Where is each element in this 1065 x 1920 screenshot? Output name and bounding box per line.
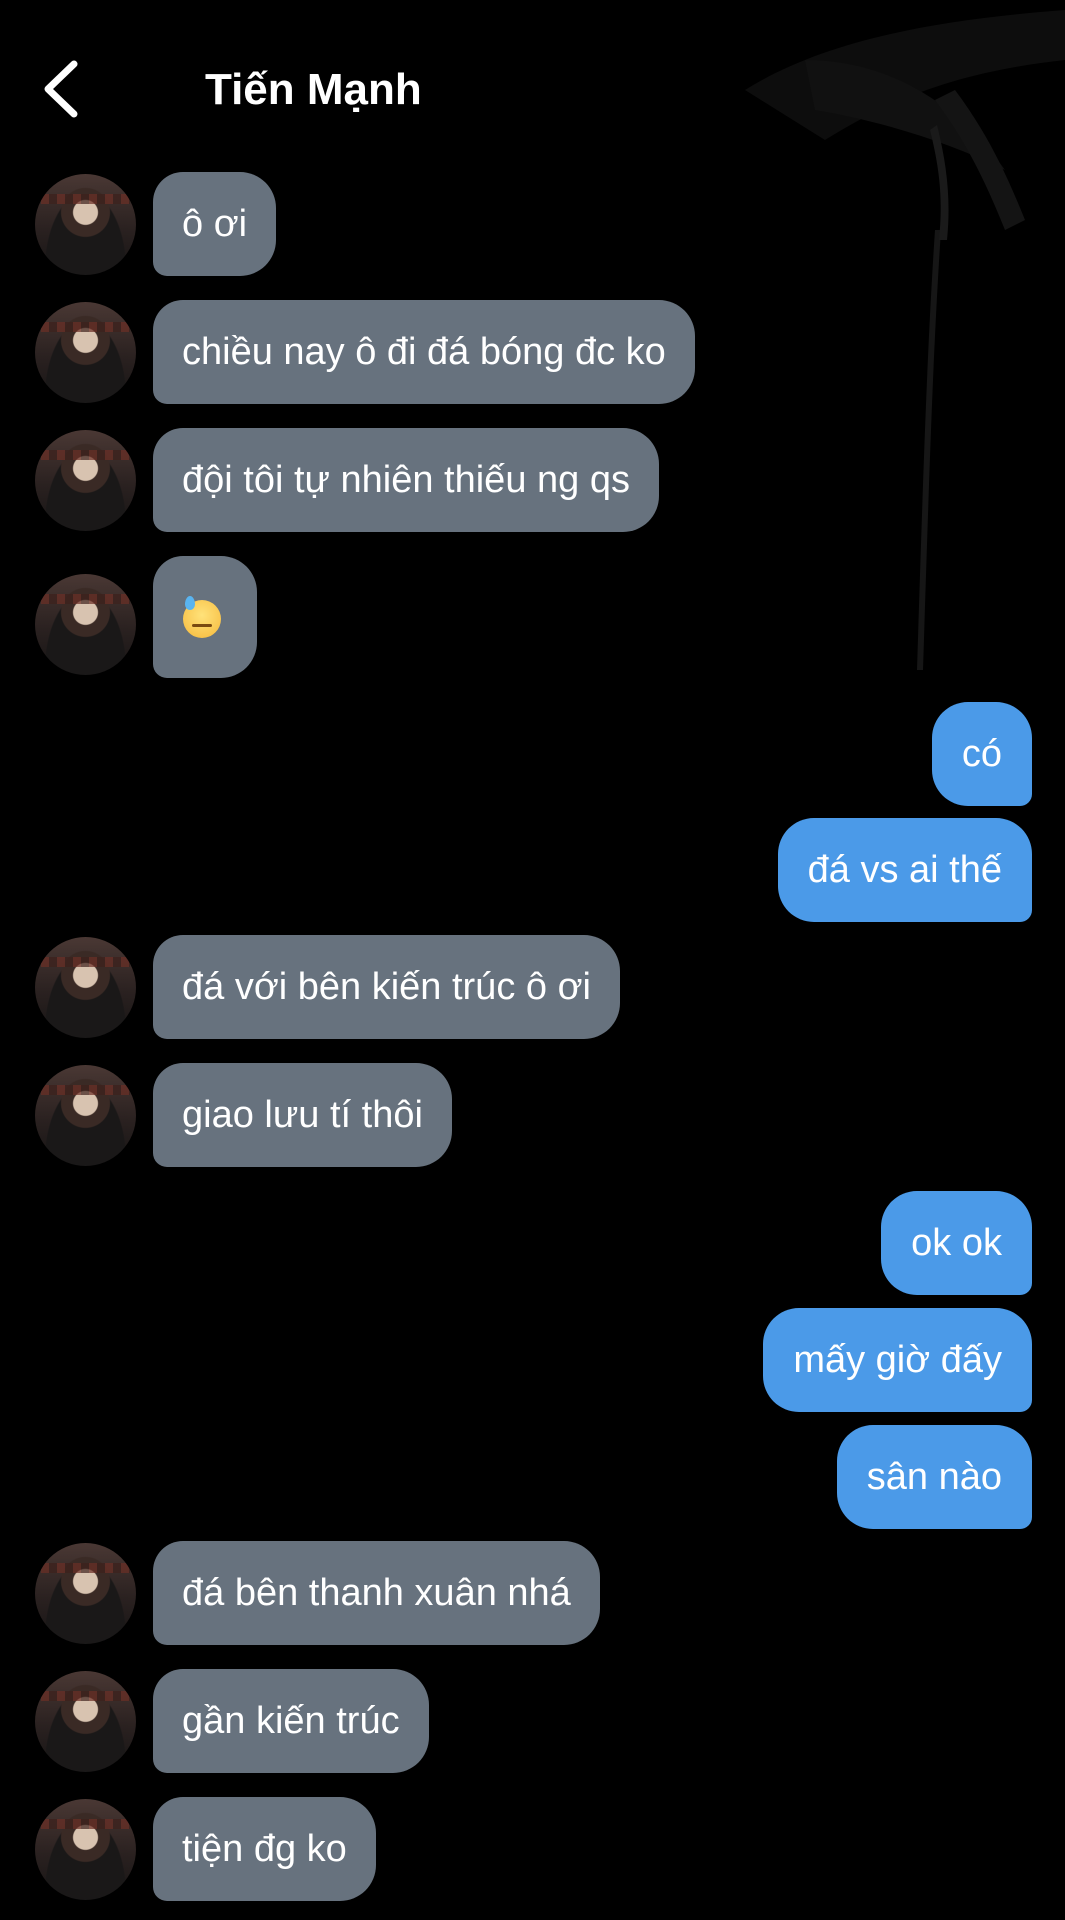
incoming-message-bubble[interactable]: chiều nay ô đi đá bóng đc ko [153,300,695,404]
incoming-message-bubble[interactable]: ô ơi [153,172,277,276]
outgoing-message-bubble[interactable]: có [931,702,1032,806]
incoming-message-bubble[interactable]: giao lưu tí thôi [153,1063,452,1167]
outgoing-message-bubble[interactable]: đá vs ai thế [777,818,1032,922]
sweat-downcast-face-emoji-icon [183,595,221,638]
avatar [35,1799,136,1900]
message-list: ô ơi chiều nay ô đi đá bóng đc ko đội tô… [0,0,1065,1920]
incoming-message-bubble[interactable]: tiện đg ko [153,1797,376,1901]
avatar [35,174,136,275]
incoming-message-bubble[interactable] [153,556,257,678]
avatar [35,430,136,531]
avatar [35,1543,136,1644]
avatar [35,574,136,675]
avatar [35,302,136,403]
avatar [35,1671,136,1772]
incoming-message-bubble[interactable]: đá bên thanh xuân nhá [153,1541,600,1645]
incoming-message-bubble[interactable]: gần kiến trúc [153,1669,429,1773]
outgoing-message-bubble[interactable]: ok ok [881,1191,1032,1295]
outgoing-message-bubble[interactable]: sân nào [836,1425,1032,1529]
avatar [35,1065,136,1166]
outgoing-message-bubble[interactable]: mấy giờ đấy [763,1308,1032,1412]
incoming-message-bubble[interactable]: đá với bên kiến trúc ô ơi [153,935,620,1039]
avatar [35,937,136,1038]
incoming-message-bubble[interactable]: đội tôi tự nhiên thiếu ng qs [153,428,659,532]
